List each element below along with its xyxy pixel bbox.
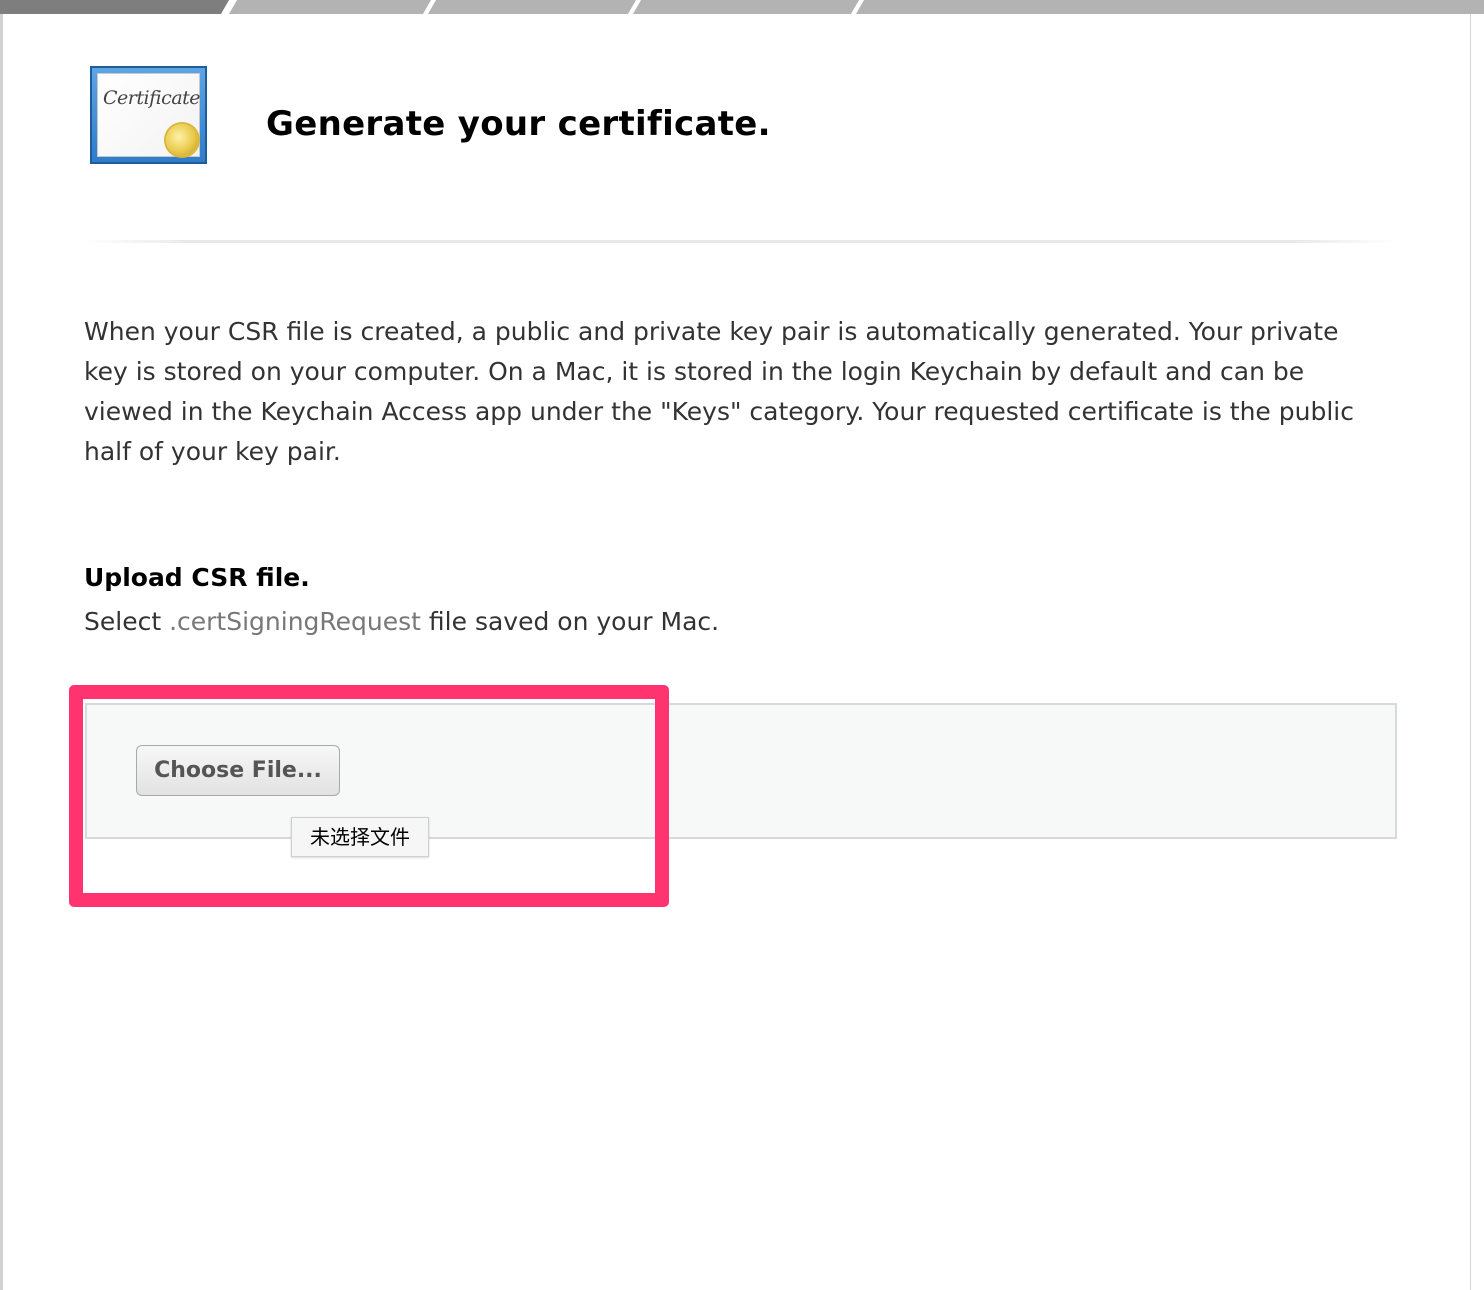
upload-desc-prefix: Select — [84, 607, 170, 636]
progress-step-active — [0, 0, 230, 14]
progress-step — [427, 0, 637, 14]
progress-steps — [0, 0, 1484, 14]
certificate-icon: Certificate — [90, 66, 207, 164]
upload-heading: Upload CSR file. — [84, 563, 310, 592]
certificate-paper: Certificate — [97, 73, 201, 157]
window-left-edge — [0, 0, 3, 1290]
upload-desc-suffix: file saved on your Mac. — [420, 607, 720, 636]
progress-step — [228, 0, 432, 14]
intro-paragraph: When your CSR file is created, a public … — [84, 317, 1354, 466]
no-file-chosen-tooltip: 未选择文件 — [291, 817, 429, 857]
choose-file-button[interactable]: Choose File... — [136, 745, 340, 796]
window-right-edge — [1470, 14, 1484, 1290]
progress-step — [855, 0, 1484, 14]
upload-description: Select .certSigningRequest file saved on… — [84, 602, 719, 642]
page-title: Generate your certificate. — [266, 104, 771, 144]
certificate-script-text: Certificate — [103, 87, 201, 109]
progress-step — [632, 0, 860, 14]
divider — [85, 240, 1397, 243]
seal-icon — [166, 124, 198, 156]
file-extension-text: .certSigningRequest — [169, 607, 421, 636]
